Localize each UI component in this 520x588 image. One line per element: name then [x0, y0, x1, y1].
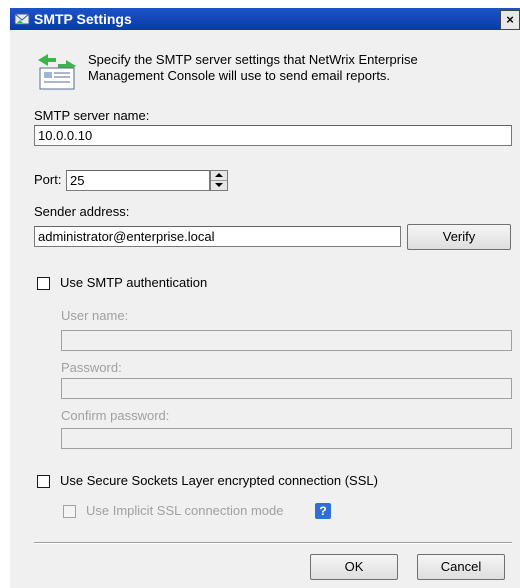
header-description: Specify the SMTP server settings that Ne… — [88, 52, 418, 83]
password-input[interactable] — [61, 378, 512, 399]
verify-button[interactable]: Verify — [407, 224, 511, 250]
port-spinner[interactable] — [210, 170, 228, 191]
close-icon: × — [506, 12, 514, 27]
ok-button[interactable]: OK — [310, 554, 398, 580]
help-icon[interactable]: ? — [315, 503, 331, 519]
spin-up-icon[interactable] — [211, 171, 227, 181]
use-smtp-auth-checkbox[interactable] — [37, 277, 50, 290]
footer-separator — [34, 542, 512, 544]
use-ssl-checkbox[interactable] — [37, 475, 50, 488]
sender-address-input[interactable] — [34, 226, 401, 247]
sender-address-label: Sender address: — [34, 204, 130, 219]
close-button[interactable]: × — [500, 10, 520, 30]
use-ssl-label[interactable]: Use Secure Sockets Layer encrypted conne… — [60, 473, 378, 488]
cancel-button[interactable]: Cancel — [417, 554, 505, 580]
smtp-server-input[interactable] — [34, 125, 512, 146]
mail-settings-icon — [38, 54, 76, 90]
window-title: SMTP Settings — [34, 11, 132, 27]
spin-down-icon[interactable] — [211, 181, 227, 190]
confirm-password-input[interactable] — [61, 428, 512, 449]
implicit-ssl-label: Use Implicit SSL connection mode — [86, 503, 284, 518]
window-app-icon — [14, 13, 30, 25]
smtp-settings-dialog: SMTP Settings × Specify the SMTP server … — [10, 8, 520, 588]
smtp-server-label: SMTP server name: — [34, 108, 150, 123]
confirm-password-label: Confirm password: — [61, 408, 170, 423]
password-label: Password: — [61, 360, 122, 375]
username-input[interactable] — [61, 330, 512, 351]
title-bar: SMTP Settings × — [10, 8, 520, 30]
use-smtp-auth-label[interactable]: Use SMTP authentication — [60, 275, 207, 290]
username-label: User name: — [61, 308, 129, 323]
implicit-ssl-checkbox[interactable] — [63, 505, 76, 518]
port-label: Port: — [34, 172, 62, 187]
port-input[interactable] — [66, 170, 210, 191]
